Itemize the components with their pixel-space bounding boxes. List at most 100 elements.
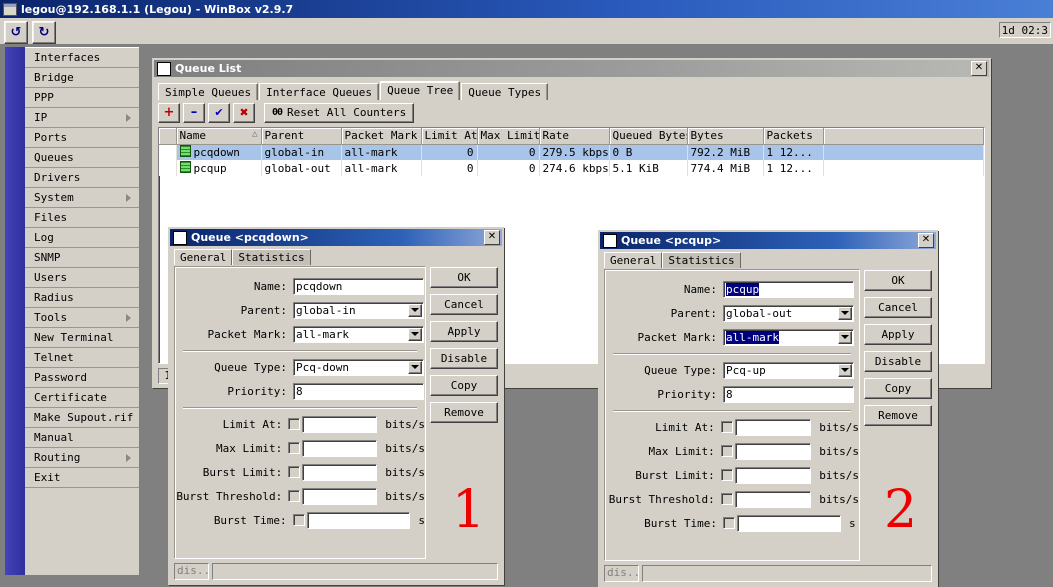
- sidebar-item-tools[interactable]: Tools: [25, 308, 139, 328]
- chevron-down-icon[interactable]: [408, 360, 422, 374]
- redo-button[interactable]: ↻: [32, 21, 56, 44]
- parent-dropdown[interactable]: global-in: [293, 301, 424, 319]
- limit-at-input[interactable]: [734, 418, 812, 436]
- table-row[interactable]: pcqdown global-in all-mark 0 0 279.5 kbps 0 B7…: [159, 144, 984, 160]
- name-input[interactable]: pcqdown: [293, 277, 424, 295]
- tab-queue-tree[interactable]: Queue Tree: [380, 81, 461, 100]
- enable-button[interactable]: ✔: [208, 102, 230, 123]
- sidebar-item-interfaces[interactable]: Interfaces: [25, 48, 139, 68]
- sidebar-item-telnet[interactable]: Telnet: [25, 348, 139, 368]
- column-header-limit-at[interactable]: Limit At: [421, 128, 478, 145]
- copy-button[interactable]: Copy: [864, 378, 932, 399]
- burst-threshold-input[interactable]: [734, 490, 812, 508]
- column-header-bytes[interactable]: Bytes: [687, 128, 764, 145]
- sidebar-item-files[interactable]: Files: [25, 208, 139, 228]
- remove-button[interactable]: Remove: [430, 402, 498, 423]
- apply-button[interactable]: Apply: [864, 324, 932, 345]
- sidebar-item-users[interactable]: Users: [25, 268, 139, 288]
- priority-input[interactable]: 8: [723, 385, 854, 403]
- chevron-down-icon[interactable]: [838, 330, 852, 344]
- queue-type-dropdown[interactable]: Pcq-up: [723, 361, 854, 379]
- sidebar-item-log[interactable]: Log: [25, 228, 139, 248]
- tab-general[interactable]: General: [604, 252, 663, 268]
- column-header-name[interactable]: Name △: [176, 128, 262, 145]
- max-limit-input[interactable]: [302, 439, 378, 457]
- apply-button[interactable]: Apply: [430, 321, 498, 342]
- sidebar-item-drivers[interactable]: Drivers: [25, 168, 139, 188]
- sidebar-item-bridge[interactable]: Bridge: [25, 68, 139, 88]
- column-header-rate[interactable]: Rate: [539, 128, 610, 145]
- disable-button[interactable]: Disable: [430, 348, 498, 369]
- remove-button[interactable]: Remove: [864, 405, 932, 426]
- column-header-max-limit[interactable]: Max Limit: [477, 128, 540, 145]
- burst-time-input[interactable]: [737, 514, 841, 532]
- limit-at-checkbox[interactable]: [288, 418, 301, 430]
- burst-threshold-input[interactable]: [302, 487, 378, 505]
- copy-button[interactable]: Copy: [430, 375, 498, 396]
- chevron-down-icon[interactable]: [838, 306, 852, 320]
- sidebar-item-radius[interactable]: Radius: [25, 288, 139, 308]
- burst-limit-input[interactable]: [734, 466, 812, 484]
- sidebar-item-make-supout-rif[interactable]: Make Supout.rif: [25, 408, 139, 428]
- name-input[interactable]: pcqup: [723, 280, 854, 298]
- max-limit-input[interactable]: [734, 442, 812, 460]
- disable-button[interactable]: Disable: [864, 351, 932, 372]
- ok-button[interactable]: OK: [864, 270, 932, 291]
- parent-dropdown[interactable]: global-out: [723, 304, 854, 322]
- max-limit-checkbox[interactable]: [720, 445, 733, 457]
- ok-button[interactable]: OK: [430, 267, 498, 288]
- tab-simple-queues[interactable]: Simple Queues: [158, 83, 259, 100]
- close-icon[interactable]: ✕: [971, 61, 987, 76]
- sidebar-item-ports[interactable]: Ports: [25, 128, 139, 148]
- max-limit-checkbox[interactable]: [288, 442, 301, 454]
- burst-limit-checkbox[interactable]: [720, 469, 733, 481]
- burst-time-checkbox[interactable]: [723, 517, 735, 529]
- column-header-packets[interactable]: Packets: [763, 128, 824, 145]
- sidebar-item-system[interactable]: System: [25, 188, 139, 208]
- table-row[interactable]: pcqup global-out all-mark 0 0 274.6 kbps 5.1 K…: [159, 160, 984, 176]
- close-icon[interactable]: ✕: [918, 233, 934, 248]
- cell-limit-at: 0: [421, 144, 478, 160]
- burst-limit-input[interactable]: [302, 463, 378, 481]
- column-header-queued-bytes[interactable]: Queued Bytes: [609, 128, 688, 145]
- sidebar-item-password[interactable]: Password: [25, 368, 139, 388]
- sidebar-item-ip[interactable]: IP: [25, 108, 139, 128]
- column-header-packet-mark[interactable]: Packet Mark: [341, 128, 422, 145]
- tab-statistics[interactable]: Statistics: [232, 249, 311, 265]
- add-button[interactable]: +: [158, 102, 180, 123]
- chevron-down-icon[interactable]: [408, 327, 422, 341]
- sidebar-item-manual[interactable]: Manual: [25, 428, 139, 448]
- sidebar-item-queues[interactable]: Queues: [25, 148, 139, 168]
- chevron-down-icon[interactable]: [408, 303, 422, 317]
- burst-limit-checkbox[interactable]: [288, 466, 301, 478]
- packet-mark-dropdown[interactable]: all-mark: [293, 325, 424, 343]
- close-icon[interactable]: ✕: [484, 230, 500, 245]
- priority-input[interactable]: 8: [293, 382, 424, 400]
- undo-button[interactable]: ↺: [4, 21, 28, 44]
- tab-interface-queues[interactable]: Interface Queues: [259, 83, 380, 100]
- cancel-button[interactable]: Cancel: [864, 297, 932, 318]
- reset-all-counters-button[interactable]: 00 Reset All Counters: [264, 102, 415, 123]
- limit-at-checkbox[interactable]: [720, 421, 733, 433]
- tab-statistics[interactable]: Statistics: [662, 252, 741, 268]
- packet-mark-dropdown[interactable]: all-mark: [723, 328, 854, 346]
- column-header-parent[interactable]: Parent: [261, 128, 342, 145]
- tab-queue-types[interactable]: Queue Types: [461, 83, 549, 100]
- cancel-button[interactable]: Cancel: [430, 294, 498, 315]
- burst-time-input[interactable]: [306, 511, 411, 529]
- remove-button[interactable]: –: [183, 102, 205, 123]
- sidebar-item-new-terminal[interactable]: New Terminal: [25, 328, 139, 348]
- sidebar-item-exit[interactable]: Exit: [25, 468, 139, 488]
- sidebar-item-snmp[interactable]: SNMP: [25, 248, 139, 268]
- queue-type-dropdown[interactable]: Pcq-down: [293, 358, 424, 376]
- disable-button[interactable]: ✖: [233, 102, 255, 123]
- limit-at-input[interactable]: [302, 415, 378, 433]
- burst-time-checkbox[interactable]: [292, 514, 305, 526]
- sidebar-item-routing[interactable]: Routing: [25, 448, 139, 468]
- burst-threshold-checkbox[interactable]: [720, 493, 733, 505]
- sidebar-item-ppp[interactable]: PPP: [25, 88, 139, 108]
- burst-threshold-checkbox[interactable]: [288, 490, 301, 502]
- tab-general[interactable]: General: [174, 249, 233, 265]
- chevron-down-icon[interactable]: [838, 363, 852, 377]
- sidebar-item-certificate[interactable]: Certificate: [25, 388, 139, 408]
